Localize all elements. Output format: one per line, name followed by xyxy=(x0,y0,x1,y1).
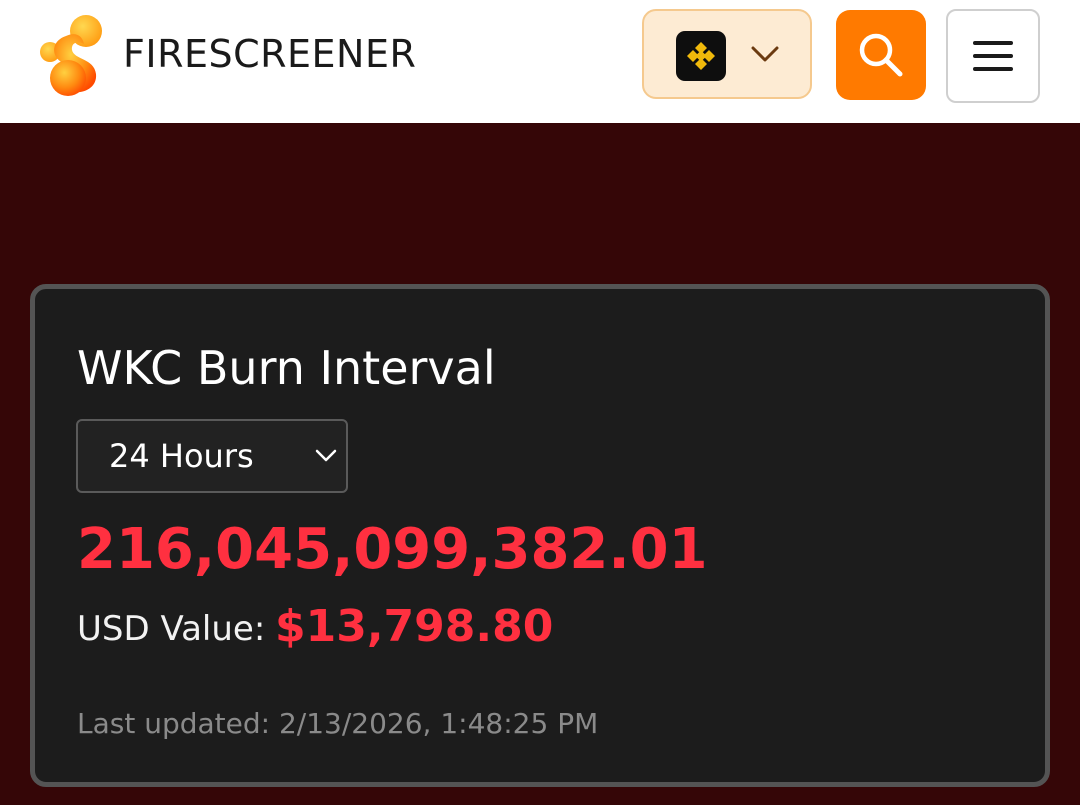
menu-button[interactable] xyxy=(946,9,1040,103)
burn-interval-card: WKC Burn Interval 24 Hours 216,045,099,3… xyxy=(30,284,1050,787)
firescreener-logo-icon[interactable] xyxy=(38,14,104,98)
usd-value-label: USD Value: xyxy=(77,609,266,649)
chevron-down-icon xyxy=(750,44,780,68)
interval-selected-value: 24 Hours xyxy=(109,437,254,475)
interval-dropdown[interactable]: 24 Hours xyxy=(76,419,348,493)
chevron-down-icon xyxy=(315,448,337,467)
brand-name[interactable]: FIRESCREENER xyxy=(123,31,416,77)
usd-value: $13,798.80 xyxy=(275,601,554,652)
search-button[interactable] xyxy=(836,10,926,100)
card-title: WKC Burn Interval xyxy=(77,341,496,395)
burn-amount: 216,045,099,382.01 xyxy=(77,517,708,582)
last-updated-timestamp: Last updated: 2/13/2026, 1:48:25 PM xyxy=(77,707,599,740)
chain-selector[interactable] xyxy=(642,9,812,99)
bnb-chain-icon xyxy=(676,31,726,81)
top-header: FIRESCREENER xyxy=(0,0,1080,123)
